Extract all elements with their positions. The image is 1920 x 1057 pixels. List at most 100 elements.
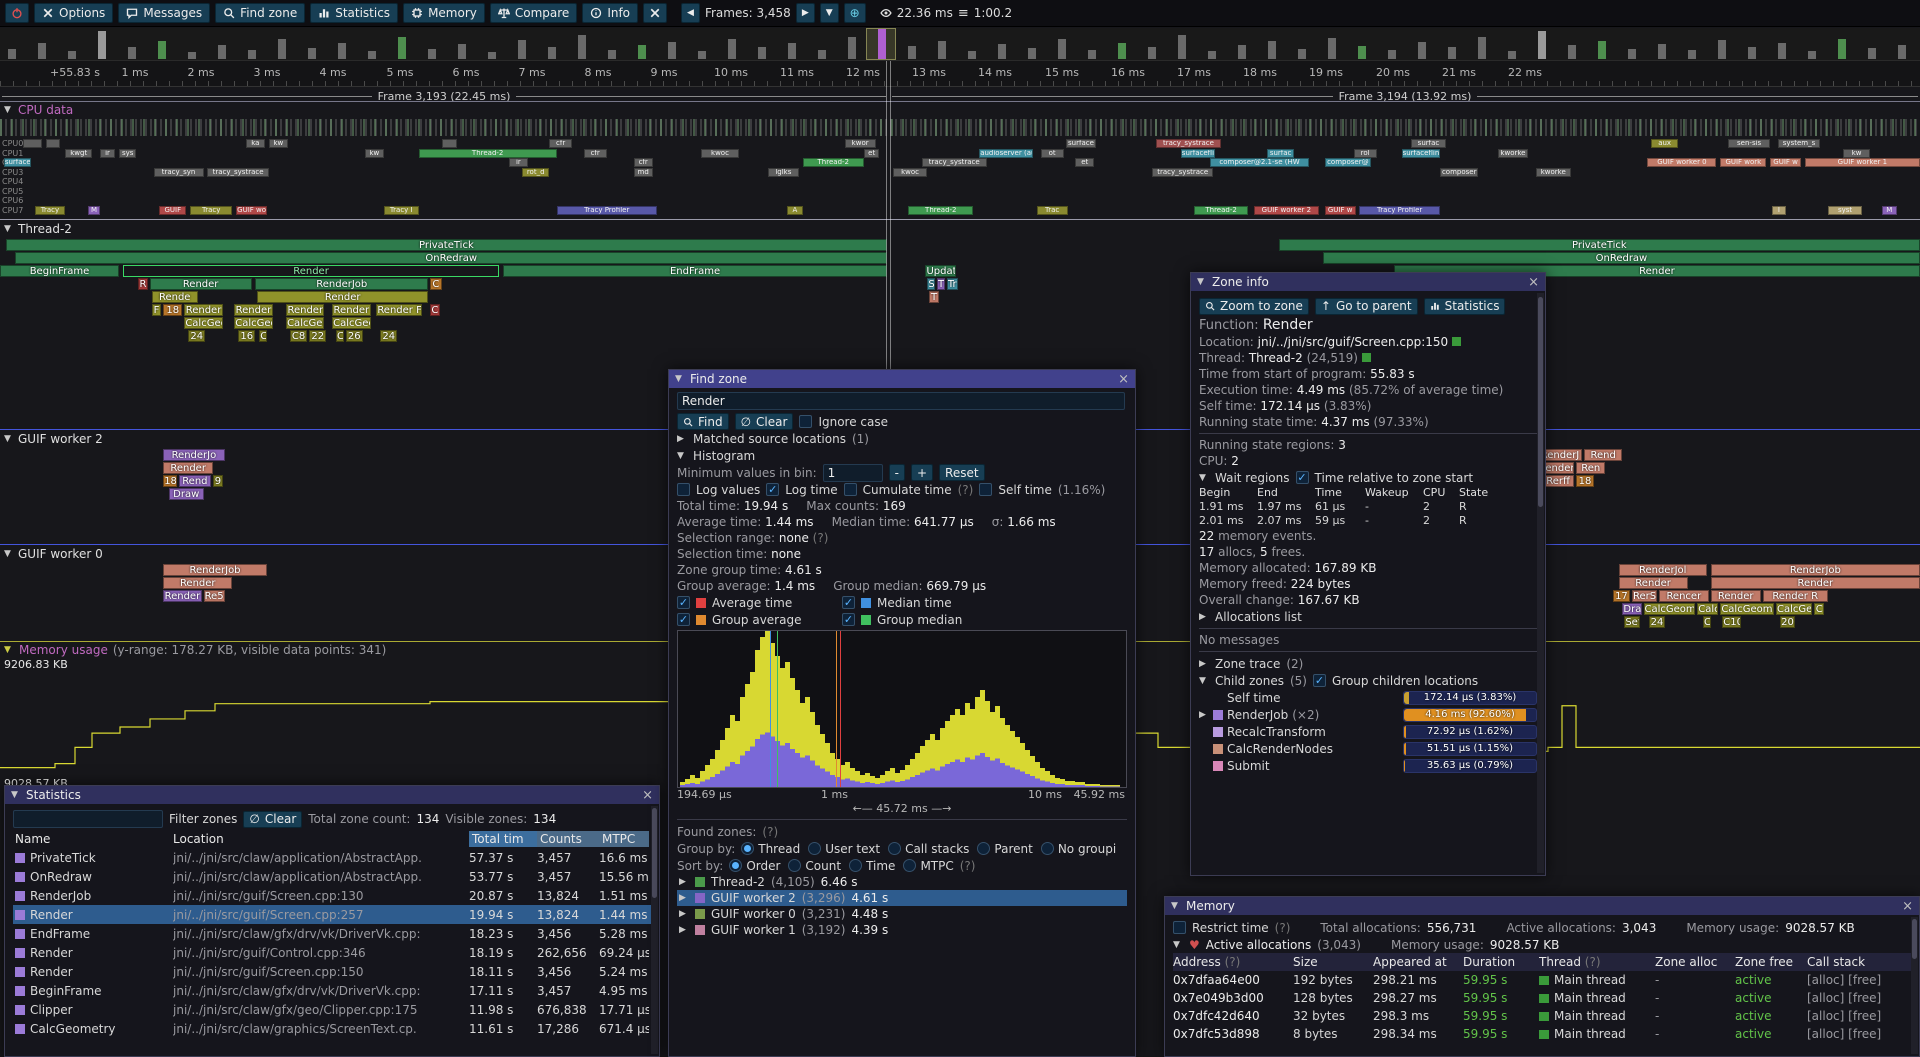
alloc-callstack-link[interactable]: [alloc] xyxy=(1807,1009,1844,1023)
col-mtpc[interactable]: MTPC xyxy=(599,831,649,847)
cpu-zone-block[interactable]: ir xyxy=(100,149,115,158)
radio-icon[interactable] xyxy=(808,842,821,855)
radio-icon[interactable] xyxy=(1041,842,1054,855)
alloc-callstack-link[interactable]: [alloc] xyxy=(1807,991,1844,1005)
table-row[interactable]: RenderJob jni/../jni/src/guif/Screen.cpp… xyxy=(13,886,651,905)
expand-icon[interactable] xyxy=(679,909,689,919)
zone[interactable]: C xyxy=(336,330,344,342)
zone[interactable]: Render xyxy=(150,278,252,290)
close-icon[interactable] xyxy=(1902,899,1913,914)
zone[interactable]: CalcGeo xyxy=(234,317,272,329)
zone[interactable]: 16 xyxy=(238,330,255,342)
zone[interactable]: Render xyxy=(163,577,232,589)
cpu-zone-block[interactable]: surfac xyxy=(1267,149,1294,158)
zone[interactable]: C xyxy=(1703,616,1711,628)
cpu-zone-block[interactable]: surface xyxy=(4,158,31,167)
col-total-time[interactable]: Total tim xyxy=(469,831,537,847)
reset-button[interactable]: Reset xyxy=(939,464,985,481)
zone[interactable]: C8 xyxy=(290,330,307,342)
cpu-zone-block[interactable]: kw xyxy=(269,139,288,148)
statistics-table-header[interactable]: Name Location Total tim Counts MTPC xyxy=(13,830,651,848)
zone[interactable]: T xyxy=(937,278,945,290)
cpu-zone-block[interactable]: GUIF wor xyxy=(236,206,267,215)
zone[interactable]: Sef xyxy=(1624,616,1639,628)
filter-zones-input[interactable] xyxy=(13,810,163,828)
zone[interactable]: Rend xyxy=(1584,449,1622,461)
memory-button[interactable]: Memory xyxy=(403,3,485,23)
child-zone-row[interactable]: Self time 172.14 μs (3.83%) xyxy=(1199,689,1537,706)
zone[interactable]: RenderJob xyxy=(163,564,267,576)
cpu-zone-block[interactable]: kw xyxy=(365,149,384,158)
zone[interactable]: PrivateTick xyxy=(6,239,887,251)
cpu-zone-block[interactable]: surfaceflinger xyxy=(1402,149,1440,158)
zone[interactable]: Render xyxy=(163,590,201,602)
zone[interactable]: RerS xyxy=(1632,590,1657,602)
zone[interactable]: C xyxy=(430,304,440,316)
cpu-zone-block[interactable]: surface xyxy=(1066,139,1097,148)
radio-icon[interactable] xyxy=(729,859,742,872)
zone[interactable]: RenderJob xyxy=(255,278,428,290)
cpu-zone-block[interactable]: Thread-2 xyxy=(1194,206,1248,215)
bin-plus-button[interactable]: + xyxy=(911,464,933,481)
col-counts[interactable]: Counts xyxy=(537,831,599,847)
cpu-zone-block[interactable]: cfr xyxy=(549,139,572,148)
bin-minus-button[interactable]: - xyxy=(889,464,905,481)
relative-time-checkbox[interactable] xyxy=(1296,471,1309,484)
zone[interactable]: C xyxy=(259,330,267,342)
cpu-zone-block[interactable]: cfr xyxy=(584,149,607,158)
cpu-zone-block[interactable]: aux xyxy=(1651,139,1678,148)
zone[interactable]: Render xyxy=(1711,590,1761,602)
collapse-icon[interactable] xyxy=(1173,937,1183,953)
child-zone-row[interactable]: Submit 35.63 μs (0.79%) xyxy=(1199,757,1537,774)
free-callstack-link[interactable]: [free] xyxy=(1848,1027,1881,1041)
found-zone-group[interactable]: Thread-2 (4,105) 6.46 s xyxy=(677,874,1127,890)
cpu-zone-block[interactable]: Thread-2 xyxy=(803,158,864,167)
collapse-icon[interactable] xyxy=(677,448,687,464)
cpu-zone-block[interactable]: M xyxy=(1882,206,1897,215)
wait-region-row[interactable]: 1.91 ms1.97 ms61 μs-2R xyxy=(1199,500,1537,514)
close-icon[interactable] xyxy=(642,788,653,803)
zone[interactable]: 18 xyxy=(163,304,182,316)
zone[interactable]: 20 xyxy=(1780,616,1795,628)
table-row[interactable]: CalcGeometry jni/../jni/src/claw/graphic… xyxy=(13,1019,651,1038)
memory-titlebar[interactable]: Memory xyxy=(1165,897,1919,915)
cpu-zone-block[interactable]: lglks xyxy=(768,168,799,177)
clear-button[interactable]: Clear xyxy=(735,413,794,430)
cpu-zone-block[interactable] xyxy=(442,139,457,148)
zone[interactable]: EndFrame xyxy=(503,265,887,277)
clear-filter-button[interactable]: Clear xyxy=(243,811,302,828)
zone[interactable]: RenderJob xyxy=(1711,564,1920,576)
zone[interactable]: 17 xyxy=(1613,590,1630,602)
table-row[interactable]: 0x7e049b3d00 128 bytes 298.27 ms 59.95 s… xyxy=(1173,989,1911,1007)
messages-button[interactable]: Messages xyxy=(118,3,210,23)
find-zone-search-input[interactable] xyxy=(677,392,1125,410)
find-zone-titlebar[interactable]: Find zone xyxy=(669,370,1135,388)
allocation-address[interactable]: 0x7dfc53d898 xyxy=(1173,1027,1293,1041)
table-row[interactable]: BeginFrame jni/../jni/src/claw/gfx/drv/v… xyxy=(13,981,651,1000)
expand-icon[interactable] xyxy=(679,877,689,887)
zone[interactable]: Render xyxy=(163,462,213,474)
cpu-zone-block[interactable]: audioserver (audio xyxy=(979,149,1033,158)
log-time-checkbox[interactable] xyxy=(766,483,779,496)
zone[interactable]: Update xyxy=(925,265,956,277)
radio-icon[interactable] xyxy=(977,842,990,855)
zone[interactable]: C xyxy=(1814,603,1824,615)
find-zone-button[interactable]: Find zone xyxy=(215,3,305,23)
group-children-checkbox[interactable] xyxy=(1313,674,1326,687)
find-zone-histogram[interactable] xyxy=(677,630,1127,788)
expand-icon[interactable] xyxy=(1199,609,1209,625)
memory-usage-header[interactable]: Memory usage (y-range: 178.27 KB, visibl… xyxy=(4,643,386,657)
cpu-zone-block[interactable] xyxy=(23,139,42,148)
zone[interactable]: Render xyxy=(234,304,272,316)
table-row[interactable]: OnRedraw jni/../jni/src/claw/application… xyxy=(13,867,651,886)
group-by-option[interactable]: Thread xyxy=(741,841,800,857)
group-by-option[interactable]: Call stacks xyxy=(888,841,969,857)
cpu-zone-block[interactable]: kwoc xyxy=(701,149,739,158)
cpu-zone-block[interactable]: GUIF work xyxy=(1720,158,1766,167)
zone[interactable]: T xyxy=(929,291,939,303)
cpu-zone-block[interactable]: M xyxy=(88,206,100,215)
zone[interactable]: CalcGeo xyxy=(286,317,324,329)
legend-checkbox[interactable] xyxy=(677,596,690,609)
radio-icon[interactable] xyxy=(788,859,801,872)
cpu-zone-block[interactable]: Thread-2 xyxy=(908,206,973,215)
